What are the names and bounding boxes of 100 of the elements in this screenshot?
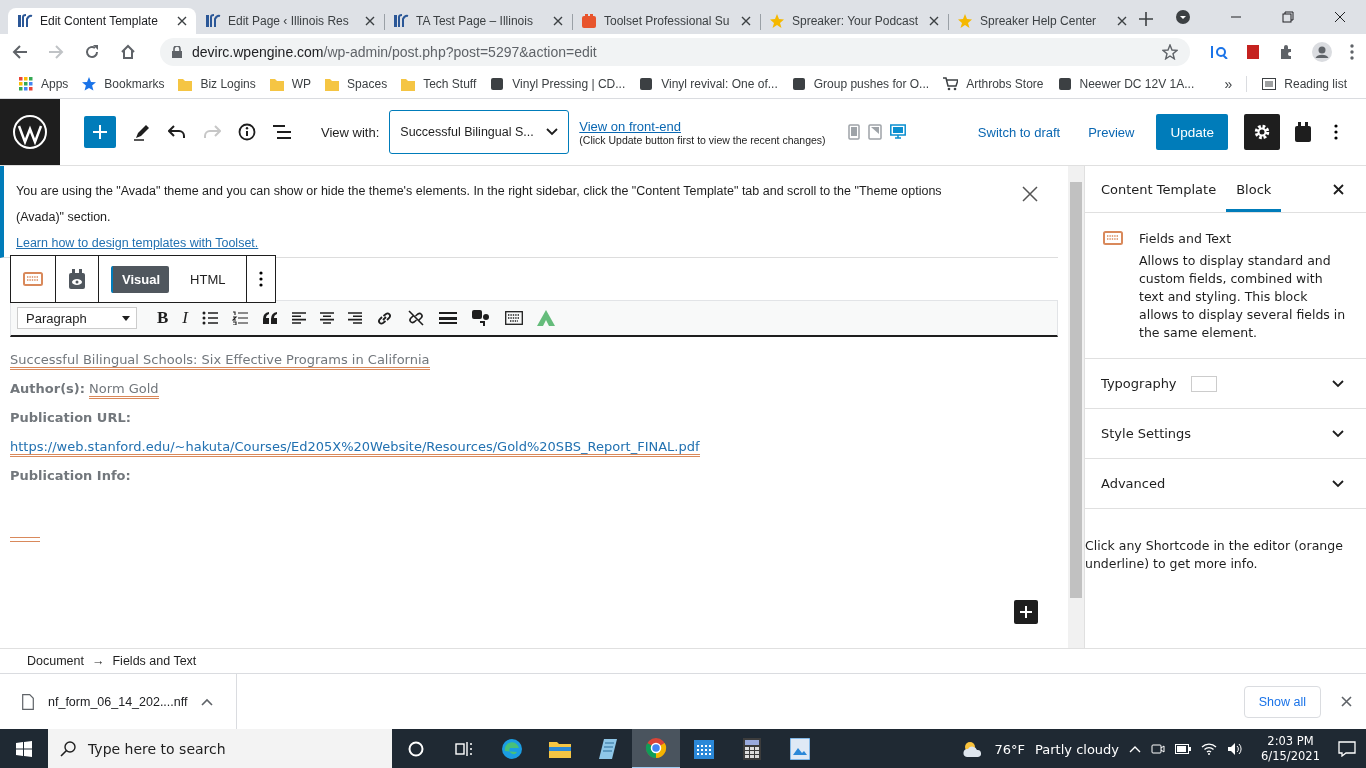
reading-list-button[interactable]: Reading list — [1255, 77, 1354, 91]
align-center-icon[interactable] — [320, 312, 334, 324]
numbered-list-icon[interactable] — [232, 311, 248, 325]
list-view-icon[interactable] — [273, 125, 291, 139]
extensions-icon[interactable] — [1278, 44, 1294, 60]
download-item[interactable]: nf_form_06_14_202....nff — [48, 694, 188, 709]
sidebar-tab[interactable]: Content Template — [1091, 166, 1227, 212]
preview-button[interactable]: Preview — [1088, 124, 1135, 140]
taskbar-search-field[interactable]: Type here to search — [48, 729, 392, 768]
book-extension-icon[interactable] — [1246, 44, 1260, 60]
align-right-icon[interactable] — [348, 312, 362, 324]
pencil-icon[interactable] — [133, 123, 151, 141]
meet-now-icon[interactable] — [1151, 742, 1166, 756]
close-icon[interactable] — [1334, 11, 1346, 23]
address-bar[interactable]: devirc.wpengine.com/wp-admin/post.php?post=5297&action=edit — [160, 38, 1190, 66]
view-front-end-link[interactable]: View on front-end — [579, 118, 826, 134]
update-button[interactable]: Update — [1156, 114, 1228, 150]
template-preview-select[interactable]: Successful Bilingual S... — [389, 110, 570, 154]
bookmark-item[interactable]: WP — [262, 77, 319, 91]
browser-tab[interactable]: Toolset Professional Su — [572, 8, 760, 34]
sidebar-tab[interactable]: Block — [1226, 166, 1282, 212]
bookmark-star-icon[interactable] — [1162, 44, 1178, 60]
desktop-preview-icon[interactable] — [889, 124, 906, 140]
wifi-icon[interactable] — [1201, 743, 1218, 755]
close-icon[interactable] — [1341, 696, 1352, 707]
browser-tab[interactable]: Spreaker: Your Podcast — [760, 8, 948, 34]
align-left-icon[interactable] — [292, 312, 306, 324]
quote-icon[interactable] — [262, 312, 278, 324]
close-icon[interactable] — [365, 16, 375, 26]
windows-start-icon[interactable] — [16, 741, 32, 757]
close-icon[interactable] — [741, 16, 751, 26]
fields-icon[interactable] — [471, 309, 491, 327]
new-tab-icon[interactable] — [1139, 12, 1153, 26]
settings-panel-header[interactable]: Advanced — [1085, 459, 1366, 509]
shortcode-text[interactable]: Successful Bilingual Schools: Six Effective Programs in California — [10, 352, 430, 370]
more-bookmarks-button[interactable]: » — [1218, 76, 1239, 92]
link-icon[interactable] — [376, 309, 393, 327]
bookmark-item[interactable]: Biz Logins — [171, 77, 263, 91]
unlink-icon[interactable] — [407, 309, 425, 327]
browser-tab[interactable]: Edit Page ‹ Illinois Res — [196, 8, 384, 34]
clock-date[interactable]: 6/15/2021 — [1261, 749, 1320, 764]
close-icon[interactable] — [1333, 183, 1344, 195]
bookmark-item[interactable]: Bookmarks — [75, 77, 172, 91]
settings-panel-header[interactable]: Typography — [1085, 359, 1366, 409]
volume-icon[interactable] — [1227, 742, 1244, 756]
notification-icon[interactable] — [1338, 741, 1356, 757]
bookmark-item[interactable]: Apps — [12, 77, 76, 91]
home-icon[interactable] — [120, 44, 136, 60]
bookmark-item[interactable]: Vinyl Pressing | CD... — [483, 77, 633, 91]
weather-text[interactable]: Partly cloudy — [1035, 741, 1120, 757]
bookmark-item[interactable]: Neewer DC 12V 1A... — [1050, 77, 1202, 91]
restore-icon[interactable] — [1282, 11, 1294, 23]
bookmark-item[interactable]: Spaces — [318, 77, 395, 91]
toolbar-toggle-icon[interactable] — [439, 312, 457, 324]
bookmark-item[interactable]: Vinyl revival: One of... — [632, 77, 785, 91]
shortcode-link[interactable]: https://web.stanford.edu/~hakuta/Courses/Ed205X%20Website/Resources/Gold%20SBS_Report_FINAL.pdf — [10, 439, 700, 457]
more-menu-icon[interactable] — [1350, 44, 1354, 60]
undo-icon[interactable] — [168, 125, 186, 139]
clock-time[interactable]: 2:03 PM — [1267, 734, 1314, 749]
profile-avatar-icon[interactable] — [1312, 42, 1332, 62]
keyboard-icon[interactable] — [505, 311, 523, 325]
editor-mode-tab[interactable]: HTML — [181, 265, 235, 293]
empty-shortcode-underline[interactable] — [10, 537, 40, 542]
scrollbar[interactable] — [1068, 166, 1084, 648]
close-icon[interactable] — [1022, 186, 1038, 202]
show-all-button[interactable]: Show all — [1243, 685, 1321, 718]
browser-tab[interactable]: Edit Content Template — [8, 8, 196, 34]
back-icon[interactable] — [12, 44, 28, 60]
battery-icon[interactable] — [1175, 744, 1192, 754]
close-icon[interactable] — [1117, 16, 1127, 26]
switch-to-draft-button[interactable]: Switch to draft — [977, 124, 1061, 140]
more-options-icon[interactable] — [1334, 124, 1338, 140]
close-icon[interactable] — [929, 16, 939, 26]
shortcode-text[interactable]: Norm Gold — [89, 381, 159, 399]
bold-button[interactable]: B — [157, 308, 169, 328]
bookmark-item[interactable]: Tech Stuff — [394, 77, 484, 91]
bullet-list-icon[interactable] — [202, 311, 218, 325]
caret-up-icon[interactable] — [201, 697, 214, 706]
profile-menu-icon[interactable] — [1176, 10, 1190, 24]
settings-button[interactable] — [1244, 114, 1280, 150]
close-icon[interactable] — [553, 16, 563, 26]
reload-icon[interactable] — [84, 44, 100, 60]
paragraph-format-select[interactable]: Paragraph — [17, 307, 137, 329]
iq-extension-icon[interactable] — [1210, 45, 1228, 59]
browser-tab[interactable]: Spreaker Help Center — [948, 8, 1136, 34]
bookmark-item[interactable]: Group pushes for O... — [784, 77, 937, 91]
toolset-docs-link[interactable]: Learn how to design templates with Toolset. — [16, 236, 259, 250]
breadcrumb-item[interactable]: Fields and Text — [112, 654, 197, 668]
info-icon[interactable] — [238, 123, 256, 141]
add-block-button[interactable] — [1014, 600, 1038, 624]
bookmark-item[interactable]: Arthrobs Store — [936, 77, 1051, 91]
editor-mode-tab[interactable]: Visual — [111, 265, 170, 293]
chevron-up-icon[interactable] — [1129, 745, 1142, 753]
breadcrumb-item[interactable]: Document — [27, 654, 84, 668]
browser-tab[interactable]: TA Test Page – Illinois — [384, 8, 572, 34]
temperature-text[interactable]: 76°F — [994, 741, 1026, 757]
close-icon[interactable] — [177, 16, 187, 26]
italic-button[interactable]: I — [182, 308, 188, 328]
settings-panel-header[interactable]: Style Settings — [1085, 409, 1366, 459]
toolset-icon[interactable] — [1294, 122, 1312, 142]
